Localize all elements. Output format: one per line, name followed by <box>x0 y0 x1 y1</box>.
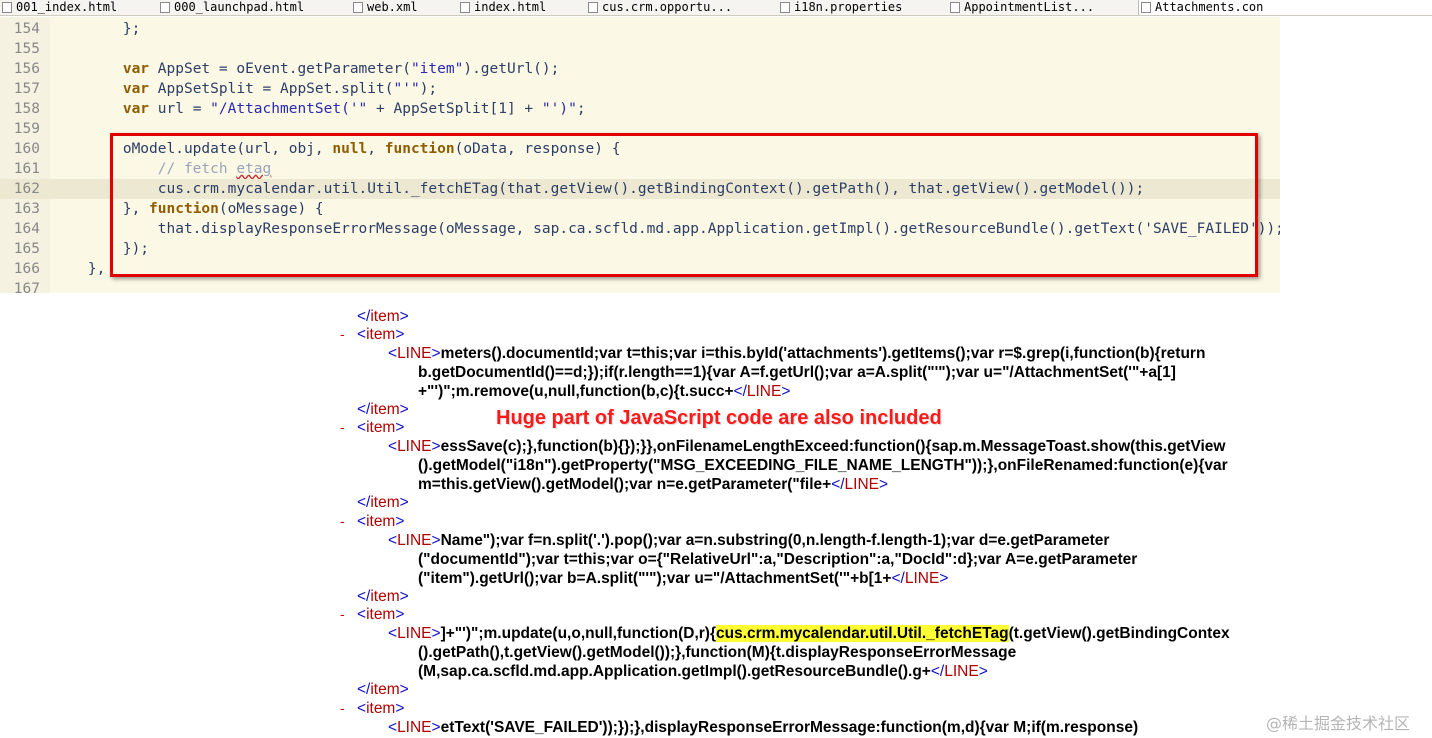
code-text: var AppSetSplit = AppSet.split("'"); <box>122 81 438 97</box>
xml-close-item: </item> <box>357 588 409 605</box>
tab-label: web.xml <box>367 0 418 14</box>
xml-line-text: +"')";m.remove(u,null,function(b,c){t.su… <box>418 383 791 400</box>
line-number: 164 <box>13 221 40 237</box>
xml-file-icon <box>353 2 363 13</box>
code-text: var AppSet = oEvent.getParameter("item")… <box>122 61 560 77</box>
html-file-icon <box>160 2 170 13</box>
line-number: 166 <box>13 261 40 277</box>
tab-appointmentlist[interactable]: AppointmentList... <box>948 0 1134 15</box>
highlight-box <box>110 133 1258 277</box>
line-number: 154 <box>13 21 40 37</box>
xml-line-element: <LINE>etText('SAVE_FAILED'));});},displa… <box>388 719 1139 736</box>
xml-line-text: ().getPath(),t.getView().getModel());},f… <box>418 644 1017 661</box>
tab-label: cus.crm.opportu... <box>602 0 733 14</box>
tab-index-html[interactable]: index.html <box>458 0 578 15</box>
line-number: 160 <box>13 141 40 157</box>
line-number: 156 <box>13 61 40 77</box>
code-line: 157 var AppSetSplit = AppSet.split("'"); <box>0 79 1280 99</box>
xml-close-item: </item> <box>357 308 409 325</box>
code-line: 167 <box>0 279 1280 293</box>
tab-label: 000_launchpad.html <box>174 0 305 14</box>
xml-viewer[interactable]: </item> - <item> <LINE>meters().document… <box>0 298 1432 738</box>
code-line: 155 <box>0 39 1280 59</box>
line-number: 162 <box>13 181 40 197</box>
xml-close-item: </item> <box>357 401 409 418</box>
html-file-icon <box>460 2 470 13</box>
line-number: 158 <box>13 101 40 117</box>
fetch-etag-highlight: cus.crm.mycalendar.util.Util._fetchETag <box>715 625 1009 642</box>
xml-close-item: </item> <box>357 494 409 511</box>
tab-label: 001_index.html <box>16 0 118 14</box>
code-line: 158 var url = "/AttachmentSet('" + AppSe… <box>0 99 1280 119</box>
collapse-toggle[interactable]: - <box>340 325 345 344</box>
xml-open-item: <item> <box>357 326 405 343</box>
line-number: 167 <box>13 281 40 293</box>
tab-label: Attachments.con <box>1155 0 1264 14</box>
xml-line-text: (M,sap.ca.scfld.md.app.Application.getIm… <box>418 663 988 680</box>
line-number: 159 <box>13 121 40 137</box>
annotation-text: Huge part of JavaScript code are also in… <box>496 407 942 429</box>
properties-file-icon <box>780 2 790 13</box>
collapse-toggle[interactable]: - <box>340 418 345 437</box>
xml-line-text: ("documentId");var t=this;var o={"Relati… <box>418 551 1138 568</box>
xml-line-text: m=this.getView().getModel();var n=e.getP… <box>418 476 889 493</box>
editor-tab-bar: 001_index.html 000_launchpad.html web.xm… <box>0 0 1432 16</box>
tab-000-launchpad-html[interactable]: 000_launchpad.html <box>158 0 343 15</box>
xml-open-item: <item> <box>357 513 405 530</box>
watermark: @稀土掘金技术社区 <box>1266 714 1411 733</box>
tab-001-index-html[interactable]: 001_index.html <box>0 0 150 15</box>
line-number: 155 <box>13 41 40 57</box>
line-number: 163 <box>13 201 40 217</box>
xml-line-element: <LINE>essSave(c);},function(b){});}},onF… <box>388 438 1226 455</box>
collapse-toggle[interactable]: - <box>340 699 345 718</box>
xml-line-text: ().getModel("i18n").getProperty("MSG_EXC… <box>418 457 1228 474</box>
tab-attachments-controller[interactable]: Attachments.con <box>1138 0 1432 15</box>
line-number: 157 <box>13 81 40 97</box>
line-number: 161 <box>13 161 40 177</box>
js-file-icon <box>1141 2 1151 13</box>
xml-line-text: b.getDocumentId()==d;});if(r.length==1){… <box>418 364 1176 381</box>
tab-web-xml[interactable]: web.xml <box>351 0 451 15</box>
tab-cus-crm-opportu[interactable]: cus.crm.opportu... <box>586 0 776 15</box>
collapse-toggle[interactable]: - <box>340 512 345 531</box>
xml-line-text: ("item").getUrl();var b=A.split("'");var… <box>418 570 949 587</box>
code-line: 156 var AppSet = oEvent.getParameter("it… <box>0 59 1280 79</box>
tab-i18n-properties[interactable]: i18n.properties <box>778 0 948 15</box>
html-file-icon <box>950 2 960 13</box>
code-line: 154 }; <box>0 19 1280 39</box>
xml-open-item: <item> <box>357 700 405 717</box>
collapse-toggle[interactable]: - <box>340 605 345 624</box>
code-text: }; <box>53 21 141 37</box>
xml-close-item: </item> <box>357 681 409 698</box>
xml-line-element: <LINE>Name");var f=n.split('.').pop();va… <box>388 532 1110 549</box>
xml-open-item: <item> <box>357 606 405 623</box>
code-text: }, <box>87 261 106 277</box>
xml-open-item: <item> <box>357 419 405 436</box>
tab-label: i18n.properties <box>794 0 903 14</box>
html-file-icon <box>2 2 12 13</box>
js-file-icon <box>588 2 598 13</box>
xml-line-element: <LINE>meters().documentId;var t=this;var… <box>388 345 1206 362</box>
tab-label: index.html <box>474 0 547 14</box>
tab-label: AppointmentList... <box>964 0 1095 14</box>
code-text: var url = "/AttachmentSet('" + AppSetSpl… <box>122 101 586 117</box>
xml-line-element: <LINE>]+"')";m.update(u,o,null,function(… <box>388 625 1230 642</box>
line-number: 165 <box>13 241 40 257</box>
